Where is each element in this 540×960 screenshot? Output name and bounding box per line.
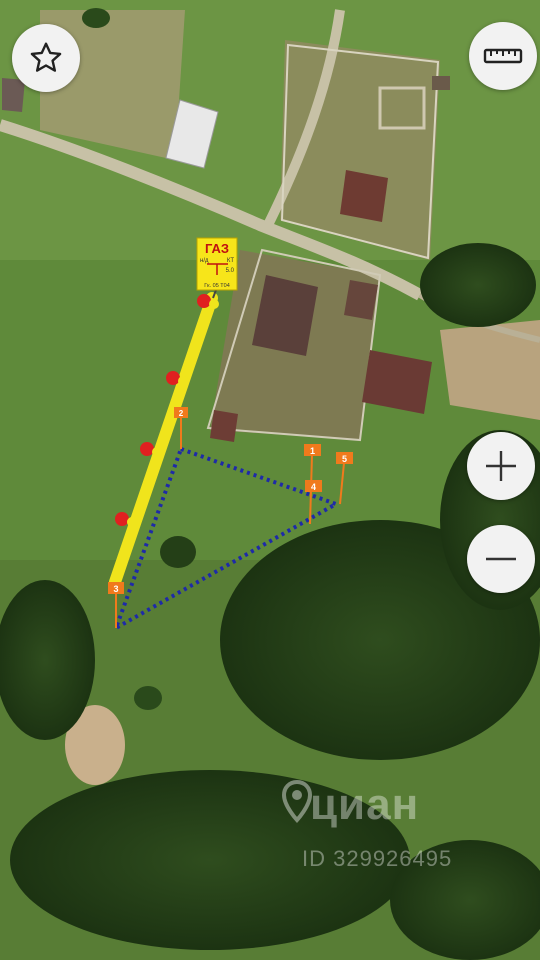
building-brown-top: [340, 170, 388, 222]
plot-marker[interactable]: 4: [305, 480, 322, 492]
zoom-in-button[interactable]: [467, 432, 535, 500]
measure-distance-button[interactable]: [469, 22, 537, 90]
trees-bottom: [10, 770, 410, 950]
favorite-button[interactable]: [12, 24, 80, 92]
plot-marker-label: 3: [113, 584, 118, 594]
star-icon: [30, 42, 62, 72]
ruler-icon: [483, 48, 523, 64]
gas-sign-left: н/д: [200, 258, 209, 264]
building-small-left: [2, 78, 25, 112]
house-annex: [344, 280, 378, 320]
shed-top: [432, 76, 450, 90]
satellite-map[interactable]: ГАЗ н/д КТ 5.0 Гк. 05 Т04 1 2 3 4 5: [0, 0, 540, 960]
bush-center: [160, 536, 196, 568]
trees-right-top: [420, 243, 536, 327]
minus-icon: [486, 557, 516, 561]
gas-sign-value: 5.0: [226, 268, 235, 274]
plot-marker-label: 4: [311, 482, 316, 492]
zoom-out-button[interactable]: [467, 525, 535, 593]
gas-sign: ГАЗ н/д КТ 5.0 Гк. 05 Т04: [196, 237, 238, 299]
gas-sign-right: КТ: [227, 258, 234, 264]
plot-marker-label: 1: [310, 446, 315, 456]
gas-sign-title: ГАЗ: [205, 241, 229, 256]
plot-marker-label: 2: [179, 409, 184, 418]
shed-small: [210, 410, 238, 442]
plot-marker-label: 5: [342, 454, 347, 464]
plus-icon: [486, 451, 516, 481]
gas-sign-code: Гк. 05 Т04: [204, 283, 230, 289]
bush-small: [134, 686, 162, 710]
bush-topleft: [82, 8, 110, 28]
